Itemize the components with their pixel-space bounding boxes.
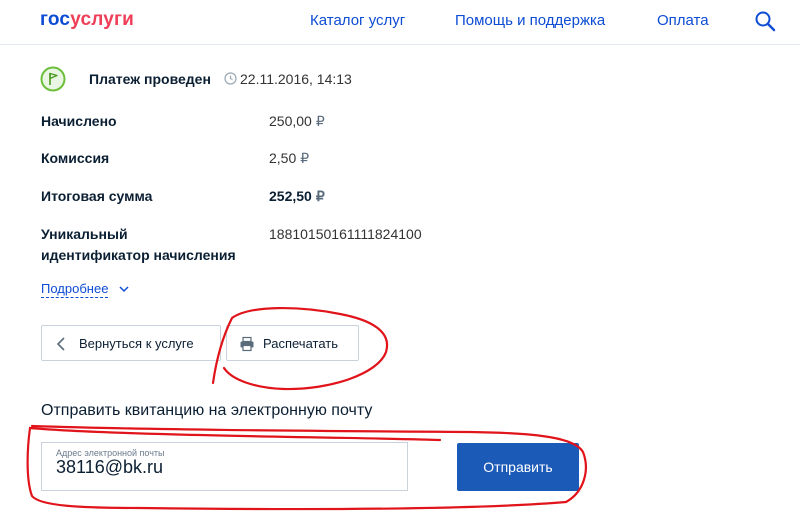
ruble-sign: ₽ <box>300 150 310 166</box>
print-button[interactable]: Распечатать <box>226 325 359 361</box>
print-button-label: Распечатать <box>263 336 339 351</box>
nav-payment-link[interactable]: Оплата <box>657 12 709 29</box>
uin-label-line1: Уникальный <box>41 226 128 242</box>
printer-icon <box>240 336 254 352</box>
clock-icon <box>224 72 237 85</box>
amount: 252,50 <box>269 188 312 204</box>
payment-datetime: 22.11.2016, 14:13 <box>240 71 352 87</box>
detail-value-accrued: 250,00 ₽ <box>269 111 325 132</box>
ruble-sign: ₽ <box>315 113 325 129</box>
email-field-value[interactable]: 38116@bk.ru <box>56 457 163 478</box>
nav-catalog-link[interactable]: Каталог услуг <box>310 12 405 29</box>
amount: 2,50 <box>269 150 297 166</box>
detail-label-total: Итоговая сумма <box>41 188 153 204</box>
email-section-title: Отправить квитанцию на электронную почту <box>41 402 373 419</box>
search-icon[interactable] <box>754 10 776 32</box>
detail-label-accrued: Начислено <box>41 113 117 129</box>
chevron-down-icon[interactable] <box>118 283 130 295</box>
site-header: госуслуги Каталог услуг Помощь и поддерж… <box>0 0 800 45</box>
payment-success-flag-icon <box>40 66 66 92</box>
payment-status-text: Платеж проведен <box>89 71 211 87</box>
amount: 250,00 <box>269 113 312 129</box>
detail-value-commission: 2,50 ₽ <box>269 148 309 169</box>
logo-part-gos: гос <box>40 9 71 30</box>
chevron-left-icon <box>56 337 65 351</box>
detail-value-total: 252,50 ₽ <box>269 186 325 207</box>
logo-part-uslugi: услуги <box>70 9 135 30</box>
detail-label-commission: Комиссия <box>41 150 110 166</box>
detail-value-uin: 18810150161111824100 <box>269 226 422 242</box>
send-receipt-button[interactable]: Отправить <box>457 443 579 491</box>
nav-help-link[interactable]: Помощь и поддержка <box>455 12 605 29</box>
detail-label-uin: Уникальный идентификатор начисления <box>41 224 236 266</box>
email-field[interactable]: Адрес электронной почты 38116@bk.ru <box>41 442 408 491</box>
back-to-service-button[interactable]: Вернуться к услуге <box>41 325 221 361</box>
ruble-sign: ₽ <box>315 188 325 204</box>
back-button-label: Вернуться к услуге <box>79 336 194 351</box>
more-details-link[interactable]: Подробнее <box>41 281 109 298</box>
gosuslugi-logo[interactable]: госуслуги <box>40 9 134 31</box>
uin-label-line2: идентификатор начисления <box>41 247 236 263</box>
